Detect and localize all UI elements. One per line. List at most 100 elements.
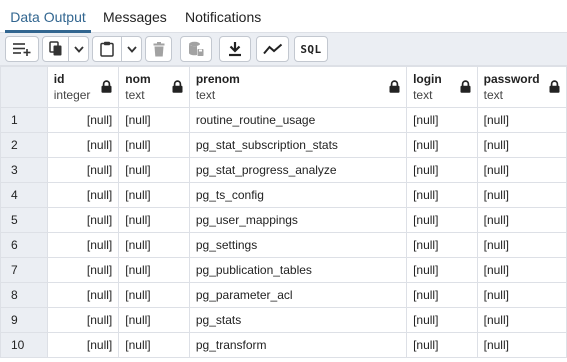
cell-prenom[interactable]: pg_stats xyxy=(188,307,408,333)
row-number[interactable]: 8 xyxy=(0,282,48,308)
cell-id[interactable]: [null] xyxy=(46,107,120,133)
cell-id[interactable]: [null] xyxy=(46,207,120,233)
cell-nom[interactable]: [null] xyxy=(118,207,190,233)
cell-id[interactable]: [null] xyxy=(46,132,120,158)
save-data-icon xyxy=(188,41,204,57)
row-number[interactable]: 2 xyxy=(0,132,48,158)
cell-id[interactable]: [null] xyxy=(46,157,120,183)
table-row[interactable]: 10 [null] [null] pg_transform [null] [nu… xyxy=(0,332,567,358)
cell-nom[interactable]: [null] xyxy=(118,107,190,133)
paste-options-dropdown[interactable] xyxy=(122,36,142,62)
table-row[interactable]: 9 [null] [null] pg_stats [null] [null] xyxy=(0,307,567,333)
column-type: text xyxy=(125,88,145,102)
trash-icon xyxy=(153,41,165,57)
paste-icon xyxy=(100,41,114,57)
sql-button[interactable]: SQL xyxy=(294,36,328,62)
row-number[interactable]: 6 xyxy=(0,232,48,258)
cell-login[interactable]: [null] xyxy=(406,182,478,208)
row-number-header[interactable] xyxy=(0,66,48,108)
cell-nom[interactable]: [null] xyxy=(118,307,190,333)
cell-nom[interactable]: [null] xyxy=(118,132,190,158)
table-row[interactable]: 8 [null] [null] pg_parameter_acl [null] … xyxy=(0,282,567,308)
cell-password[interactable]: [null] xyxy=(476,257,567,283)
cell-prenom[interactable]: pg_transform xyxy=(188,332,408,358)
cell-prenom[interactable]: pg_settings xyxy=(188,232,408,258)
cell-password[interactable]: [null] xyxy=(476,107,567,133)
column-header-prenom[interactable]: prenom text xyxy=(188,66,408,108)
column-header-password[interactable]: password text xyxy=(476,66,567,108)
cell-password[interactable]: [null] xyxy=(476,132,567,158)
cell-id[interactable]: [null] xyxy=(46,307,120,333)
row-number[interactable]: 1 xyxy=(0,107,48,133)
cell-nom[interactable]: [null] xyxy=(118,182,190,208)
cell-login[interactable]: [null] xyxy=(406,157,478,183)
add-row-button[interactable] xyxy=(5,36,39,62)
cell-password[interactable]: [null] xyxy=(476,282,567,308)
table-row[interactable]: 4 [null] [null] pg_ts_config [null] [nul… xyxy=(0,182,567,208)
row-number[interactable]: 10 xyxy=(0,332,48,358)
row-number[interactable]: 4 xyxy=(0,182,48,208)
cell-password[interactable]: [null] xyxy=(476,307,567,333)
graph-visualiser-button[interactable] xyxy=(256,36,289,62)
cell-id[interactable]: [null] xyxy=(46,332,120,358)
cell-prenom[interactable]: pg_stat_subscription_stats xyxy=(188,132,408,158)
cell-login[interactable]: [null] xyxy=(406,332,478,358)
delete-button[interactable] xyxy=(145,36,172,62)
column-header-login[interactable]: login text xyxy=(406,66,478,108)
column-name: nom xyxy=(125,72,151,86)
cell-id[interactable]: [null] xyxy=(46,232,120,258)
graph-icon xyxy=(262,43,283,55)
row-number[interactable]: 7 xyxy=(0,257,48,283)
cell-prenom[interactable]: routine_routine_usage xyxy=(188,107,408,133)
cell-login[interactable]: [null] xyxy=(406,207,478,233)
row-number[interactable]: 9 xyxy=(0,307,48,333)
cell-nom[interactable]: [null] xyxy=(118,232,190,258)
cell-nom[interactable]: [null] xyxy=(118,157,190,183)
table-row[interactable]: 5 [null] [null] pg_user_mappings [null] … xyxy=(0,207,567,233)
cell-prenom[interactable]: pg_ts_config xyxy=(188,182,408,208)
column-name: password xyxy=(483,72,540,86)
cell-nom[interactable]: [null] xyxy=(118,282,190,308)
cell-password[interactable]: [null] xyxy=(476,332,567,358)
copy-button[interactable] xyxy=(42,36,69,62)
table-row[interactable]: 2 [null] [null] pg_stat_subscription_sta… xyxy=(0,132,567,158)
cell-login[interactable]: [null] xyxy=(406,107,478,133)
results-tab-bar: Data Output Messages Notifications xyxy=(0,0,567,33)
table-row[interactable]: 7 [null] [null] pg_publication_tables [n… xyxy=(0,257,567,283)
row-number[interactable]: 5 xyxy=(0,207,48,233)
row-number[interactable]: 3 xyxy=(0,157,48,183)
cell-prenom[interactable]: pg_stat_progress_analyze xyxy=(188,157,408,183)
cell-login[interactable]: [null] xyxy=(406,307,478,333)
cell-password[interactable]: [null] xyxy=(476,232,567,258)
save-data-button[interactable] xyxy=(180,36,212,62)
cell-password[interactable]: [null] xyxy=(476,182,567,208)
table-row[interactable]: 3 [null] [null] pg_stat_progress_analyze… xyxy=(0,157,567,183)
cell-id[interactable]: [null] xyxy=(46,282,120,308)
cell-id[interactable]: [null] xyxy=(46,182,120,208)
paste-button[interactable] xyxy=(92,36,122,62)
cell-nom[interactable]: [null] xyxy=(118,257,190,283)
column-header-id[interactable]: id integer xyxy=(46,66,120,108)
cell-login[interactable]: [null] xyxy=(406,282,478,308)
cell-prenom[interactable]: pg_publication_tables xyxy=(188,257,408,283)
cell-prenom[interactable]: pg_user_mappings xyxy=(188,207,408,233)
cell-id[interactable]: [null] xyxy=(46,257,120,283)
cell-prenom[interactable]: pg_parameter_acl xyxy=(188,282,408,308)
column-name: id xyxy=(53,72,65,86)
download-button[interactable] xyxy=(219,36,251,62)
tab-messages[interactable]: Messages xyxy=(103,0,167,33)
cell-login[interactable]: [null] xyxy=(406,132,478,158)
cell-login[interactable]: [null] xyxy=(406,257,478,283)
table-row[interactable]: 6 [null] [null] pg_settings [null] [null… xyxy=(0,232,567,258)
tab-notifications[interactable]: Notifications xyxy=(185,0,261,33)
add-row-icon xyxy=(12,41,32,57)
cell-nom[interactable]: [null] xyxy=(118,332,190,358)
copy-options-dropdown[interactable] xyxy=(69,36,89,62)
lock-icon xyxy=(549,80,560,96)
cell-password[interactable]: [null] xyxy=(476,157,567,183)
tab-data-output[interactable]: Data Output xyxy=(5,0,91,33)
column-header-nom[interactable]: nom text xyxy=(118,66,190,108)
cell-password[interactable]: [null] xyxy=(476,207,567,233)
cell-login[interactable]: [null] xyxy=(406,232,478,258)
table-row[interactable]: 1 [null] [null] routine_routine_usage [n… xyxy=(0,107,567,133)
